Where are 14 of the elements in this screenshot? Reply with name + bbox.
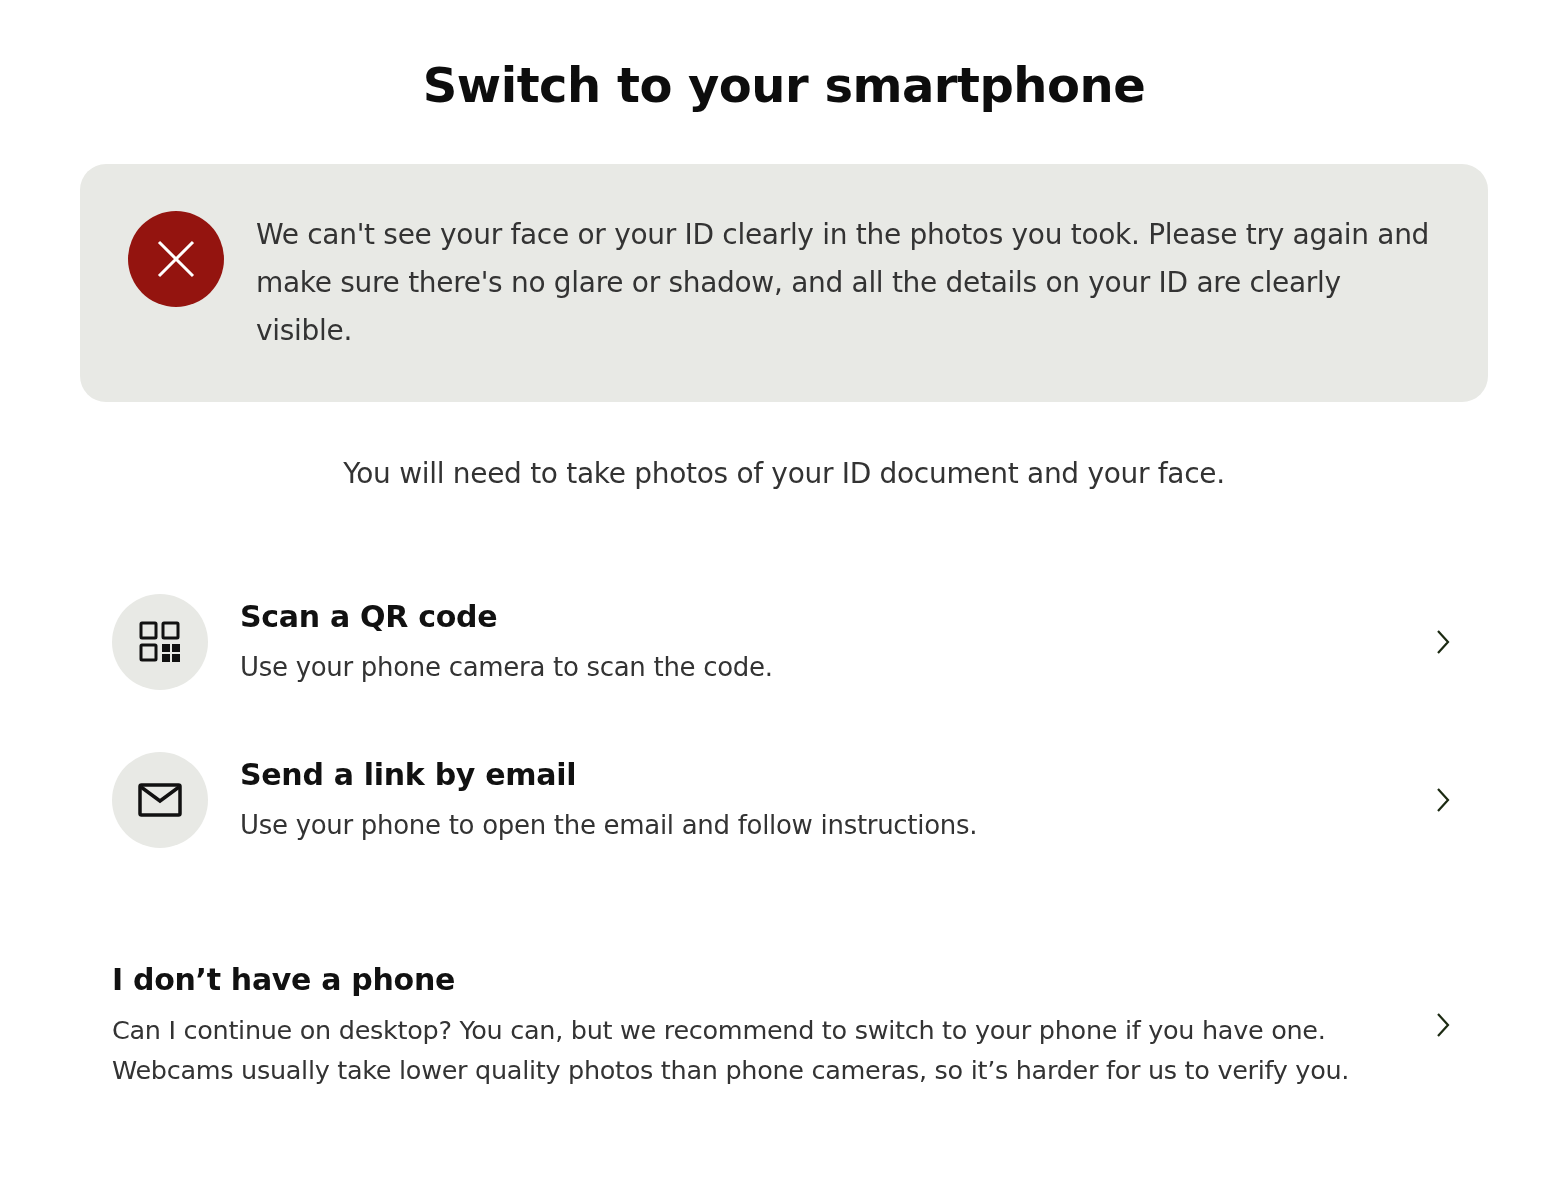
envelope-icon (138, 783, 182, 817)
page-title: Switch to your smartphone (421, 56, 1147, 115)
option-title[interactable]: Send a link by email (240, 755, 577, 795)
instruction-text: You will need to take photos of your ID document and your face. (342, 456, 1226, 492)
option-title[interactable]: I don’t have a phone (112, 960, 455, 1000)
chevron-right-icon (1436, 629, 1450, 655)
alert-message: We can't see your face or your ID clearly in the photos you took. Please try again and make sure there's no glare or shadow, and all the details on your ID are clearly visible. (256, 217, 1431, 349)
option-description: Use your phone camera to scan the code. (240, 651, 773, 684)
chevron-right-icon (1436, 1012, 1450, 1038)
option-description: Use your phone to open the email and follow instructions. (240, 809, 978, 842)
chevron-right-icon (1436, 787, 1450, 813)
qr-code-icon (139, 621, 181, 663)
option-title[interactable]: Scan a QR code (240, 597, 498, 637)
option-description: Can I continue on desktop? You can, but we recommend to switch to your phone if you have one. Webcams usually take lower quality photos than phone cameras, so it’s harder for us to verify you. (112, 1014, 1351, 1087)
